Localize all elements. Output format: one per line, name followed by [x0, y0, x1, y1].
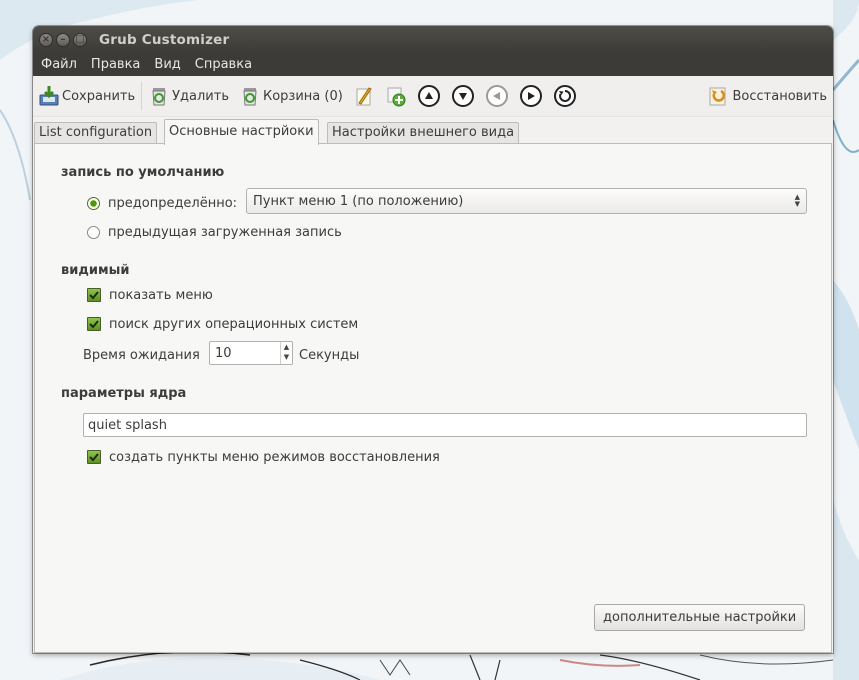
tab-list-configuration[interactable]: List configuration	[34, 122, 158, 143]
previous-row: предыдущая загруженная запись	[87, 222, 342, 242]
close-window-button[interactable]: ×	[39, 32, 53, 47]
move-left-button[interactable]	[485, 85, 508, 107]
visible-title: видимый	[61, 263, 130, 278]
timeout-label-row: Время ожидания	[83, 344, 200, 366]
maximize-window-button[interactable]: □	[73, 32, 87, 47]
menu-file[interactable]: Файл	[33, 57, 84, 72]
checkmark-icon	[89, 453, 99, 462]
menu-bar: Файл Правка Вид Справка	[33, 53, 833, 76]
timeout-unit: Секунды	[299, 347, 360, 363]
look-for-os-row: поиск других операционных систем	[87, 314, 358, 334]
default-entry-value: Пункт меню 1 (по положению)	[253, 193, 464, 209]
save-icon	[39, 86, 59, 106]
timeout-label: Время ожидания	[83, 347, 200, 363]
delete-label: Удалить	[172, 88, 229, 104]
trash-icon	[243, 88, 257, 106]
restore-button[interactable]: Восстановить	[707, 79, 827, 113]
settings-panel: запись по умолчанию предопределённо: Пун…	[34, 143, 832, 653]
previous-radio[interactable]	[87, 225, 100, 239]
show-menu-row: показать меню	[87, 285, 213, 305]
move-right-button[interactable]	[519, 85, 542, 107]
move-down-button[interactable]	[451, 85, 474, 107]
add-entry-button[interactable]	[380, 79, 412, 113]
recovery-checkbox[interactable]	[87, 450, 101, 464]
timeout-unit-row: Секунды	[299, 344, 359, 366]
predefined-radio[interactable]	[87, 196, 100, 210]
look-for-os-label: поиск других операционных систем	[109, 316, 359, 332]
arrow-down-icon	[458, 93, 467, 100]
menu-view[interactable]: Вид	[147, 57, 187, 72]
look-for-os-checkbox[interactable]	[87, 317, 101, 331]
kernel-params-field[interactable]	[83, 413, 807, 437]
toolbar: Сохранить Удалить Корзина (0) Восстанови…	[33, 76, 833, 117]
default-entry-combo[interactable]: Пункт меню 1 (по положению) ▲ ▼	[246, 188, 807, 214]
toolbar-separator	[141, 82, 143, 110]
title-bar: × – □ Grub Customizer	[33, 26, 833, 53]
edit-icon	[356, 87, 372, 106]
revert-icon	[709, 87, 726, 106]
recovery-label: создать пункты меню режимов восстановлен…	[109, 449, 440, 465]
advanced-settings-button[interactable]: дополнительные настройки	[594, 604, 806, 631]
kernel-params-title: параметры ядра	[61, 386, 187, 401]
save-button[interactable]: Сохранить	[33, 79, 140, 113]
menu-help[interactable]: Справка	[188, 57, 259, 72]
checkmark-icon	[89, 320, 99, 329]
delete-button[interactable]: Удалить	[143, 79, 234, 113]
arrow-right-icon	[527, 92, 535, 100]
tab-bar: List configuration Основные настрйоки На…	[33, 119, 833, 145]
edit-entry-button[interactable]	[348, 79, 380, 113]
default-entry-title: запись по умолчанию	[61, 165, 225, 180]
save-label: Сохранить	[62, 88, 136, 104]
recycle-icon	[152, 88, 166, 106]
window-controls: × – □	[39, 32, 87, 47]
trash-button[interactable]: Корзина (0)	[234, 79, 348, 113]
window-title: Grub Customizer	[99, 31, 230, 48]
move-up-button[interactable]	[417, 85, 440, 107]
arrow-up-icon	[424, 92, 433, 99]
combo-arrows-icon: ▲ ▼	[794, 193, 800, 208]
timeout-spinner[interactable]: ▲▼	[209, 341, 293, 365]
app-window: × – □ Grub Customizer Файл Правка Вид Сп…	[33, 26, 833, 653]
trash-label: Корзина (0)	[263, 88, 343, 104]
minimize-window-button[interactable]: –	[56, 32, 70, 47]
show-menu-checkbox[interactable]	[87, 288, 101, 302]
add-icon	[387, 87, 406, 107]
recovery-row: создать пункты меню режимов восстановлен…	[87, 447, 440, 467]
reload-icon	[558, 89, 571, 102]
timeout-input[interactable]	[210, 345, 280, 361]
arrow-left-icon	[492, 92, 500, 100]
reload-button[interactable]	[553, 85, 576, 107]
previous-label: предыдущая загруженная запись	[108, 224, 342, 240]
tab-general-settings[interactable]: Основные настрйоки	[164, 119, 319, 145]
tab-appearance-settings[interactable]: Настройки внешнего вида	[327, 122, 520, 143]
restore-label: Восстановить	[732, 88, 827, 104]
checkmark-icon	[89, 291, 99, 300]
show-menu-label: показать меню	[109, 287, 213, 303]
predefined-row: предопределённо:	[87, 190, 237, 216]
predefined-label: предопределённо:	[108, 195, 238, 211]
kernel-params-input[interactable]	[84, 414, 806, 436]
menu-edit[interactable]: Правка	[84, 57, 147, 72]
spinner-arrows-icon[interactable]: ▲ ▼	[280, 342, 292, 364]
